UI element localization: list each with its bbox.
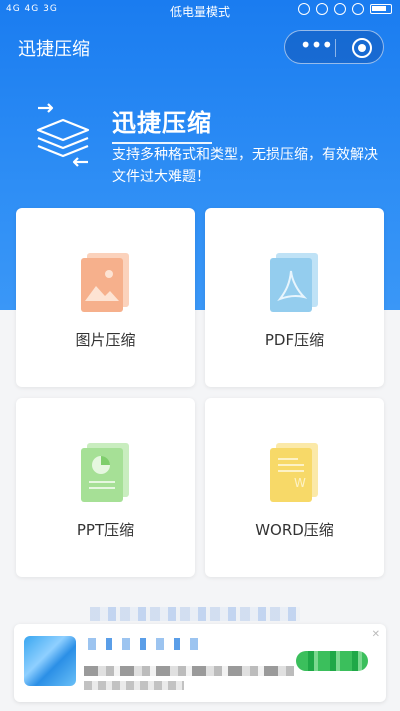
status-bar: 4G 4G 3G 低电量模式: [0, 0, 400, 22]
card-label: 图片压缩: [75, 331, 136, 349]
ad-action-button[interactable]: [296, 651, 368, 671]
ad-source-blurred: [84, 681, 184, 690]
image-compress-card[interactable]: 图片压缩: [16, 208, 195, 387]
svg-text:W: W: [294, 476, 306, 490]
pdf-file-icon: [270, 253, 318, 312]
more-button[interactable]: •••: [299, 35, 333, 58]
close-button[interactable]: [352, 38, 372, 58]
ad-close-icon[interactable]: ✕: [372, 629, 380, 640]
miniprogram-capsule: •••: [284, 30, 384, 64]
ad-title-blurred: [88, 638, 198, 650]
ad-thumbnail: [24, 636, 76, 686]
card-label: PDF压缩: [264, 331, 325, 349]
wifi-icon: [352, 3, 364, 15]
pdf-compress-card[interactable]: PDF压缩: [205, 208, 384, 387]
banner-description: 支持多种格式和类型，无损压缩，有效解决文件过大难题！: [112, 147, 378, 185]
ppt-compress-card[interactable]: PPT压缩: [16, 398, 195, 577]
layers-compress-icon: [36, 103, 90, 167]
mute-icon: [316, 3, 328, 15]
ppt-file-icon: [81, 443, 129, 502]
word-file-icon: W: [270, 443, 318, 502]
capsule-divider: [335, 39, 336, 57]
banner-title: 迅捷压缩: [112, 103, 212, 144]
headset-icon: [298, 3, 310, 15]
ad-description-blurred: [84, 666, 294, 676]
nav-bar: 迅捷压缩 •••: [0, 22, 400, 72]
image-file-icon: [81, 253, 129, 312]
advertisement-card[interactable]: ✕: [14, 624, 386, 702]
page-title: 迅捷压缩: [18, 39, 90, 60]
battery-icon: [370, 4, 392, 14]
card-label: WORD压缩: [255, 521, 334, 539]
card-label: PPT压缩: [76, 521, 135, 539]
word-compress-card[interactable]: W WORD压缩: [205, 398, 384, 577]
blurred-ad-caption: [90, 607, 300, 621]
alarm-icon: [334, 3, 346, 15]
